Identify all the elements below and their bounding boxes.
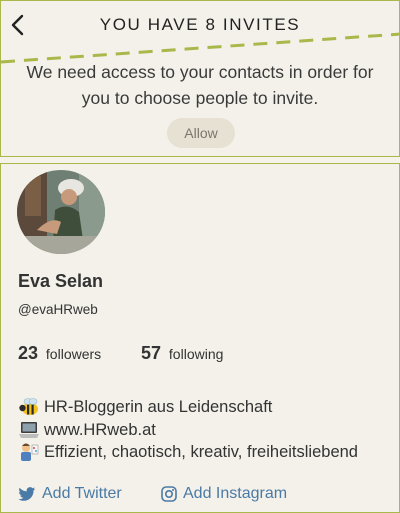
invite-card: YOU HAVE 8 INVITES We need access to you… <box>0 0 400 157</box>
followers-count: 23 <box>18 343 39 363</box>
bio-line: HR-Bloggerin aus Leidenschaft <box>18 396 358 419</box>
artist-emoji-icon <box>21 443 39 462</box>
allow-button[interactable]: Allow <box>167 118 235 148</box>
add-instagram-label: Add Instagram <box>183 485 288 502</box>
add-instagram-link[interactable]: Add Instagram <box>161 485 287 503</box>
profile-handle: @evaHRweb <box>18 302 98 317</box>
add-twitter-label: Add Twitter <box>42 485 122 502</box>
bio-text: www.HRweb.at <box>44 420 156 439</box>
profile-name: Eva Selan <box>18 271 104 291</box>
following-count: 57 <box>141 343 162 363</box>
bio-line: Effizient, chaotisch, kreativ, freiheits… <box>18 441 358 464</box>
bee-emoji-icon <box>19 398 38 416</box>
bio-text: HR-Bloggerin aus Leidenschaft <box>44 398 273 416</box>
bio-line: www.HRweb.at <box>18 419 358 442</box>
bio-text: Effizient, chaotisch, kreativ, freiheits… <box>44 443 358 461</box>
twitter-icon <box>18 486 36 501</box>
instagram-icon <box>161 486 177 502</box>
following-label: following <box>168 346 224 362</box>
following-stat[interactable]: 57 following <box>141 343 223 364</box>
profile-bio: HR-Bloggerin aus Leidenschaft www.HRweb.… <box>18 396 358 464</box>
invite-message: We need access to your contacts in order… <box>26 62 374 108</box>
followers-stat[interactable]: 23 followers <box>18 343 101 364</box>
avatar[interactable] <box>17 170 105 254</box>
followers-label: followers <box>45 346 102 362</box>
laptop-emoji-icon <box>19 421 39 438</box>
add-twitter-link[interactable]: Add Twitter <box>18 485 122 503</box>
profile-card: Eva Selan @evaHRweb 23 followers 57 foll… <box>0 163 400 513</box>
